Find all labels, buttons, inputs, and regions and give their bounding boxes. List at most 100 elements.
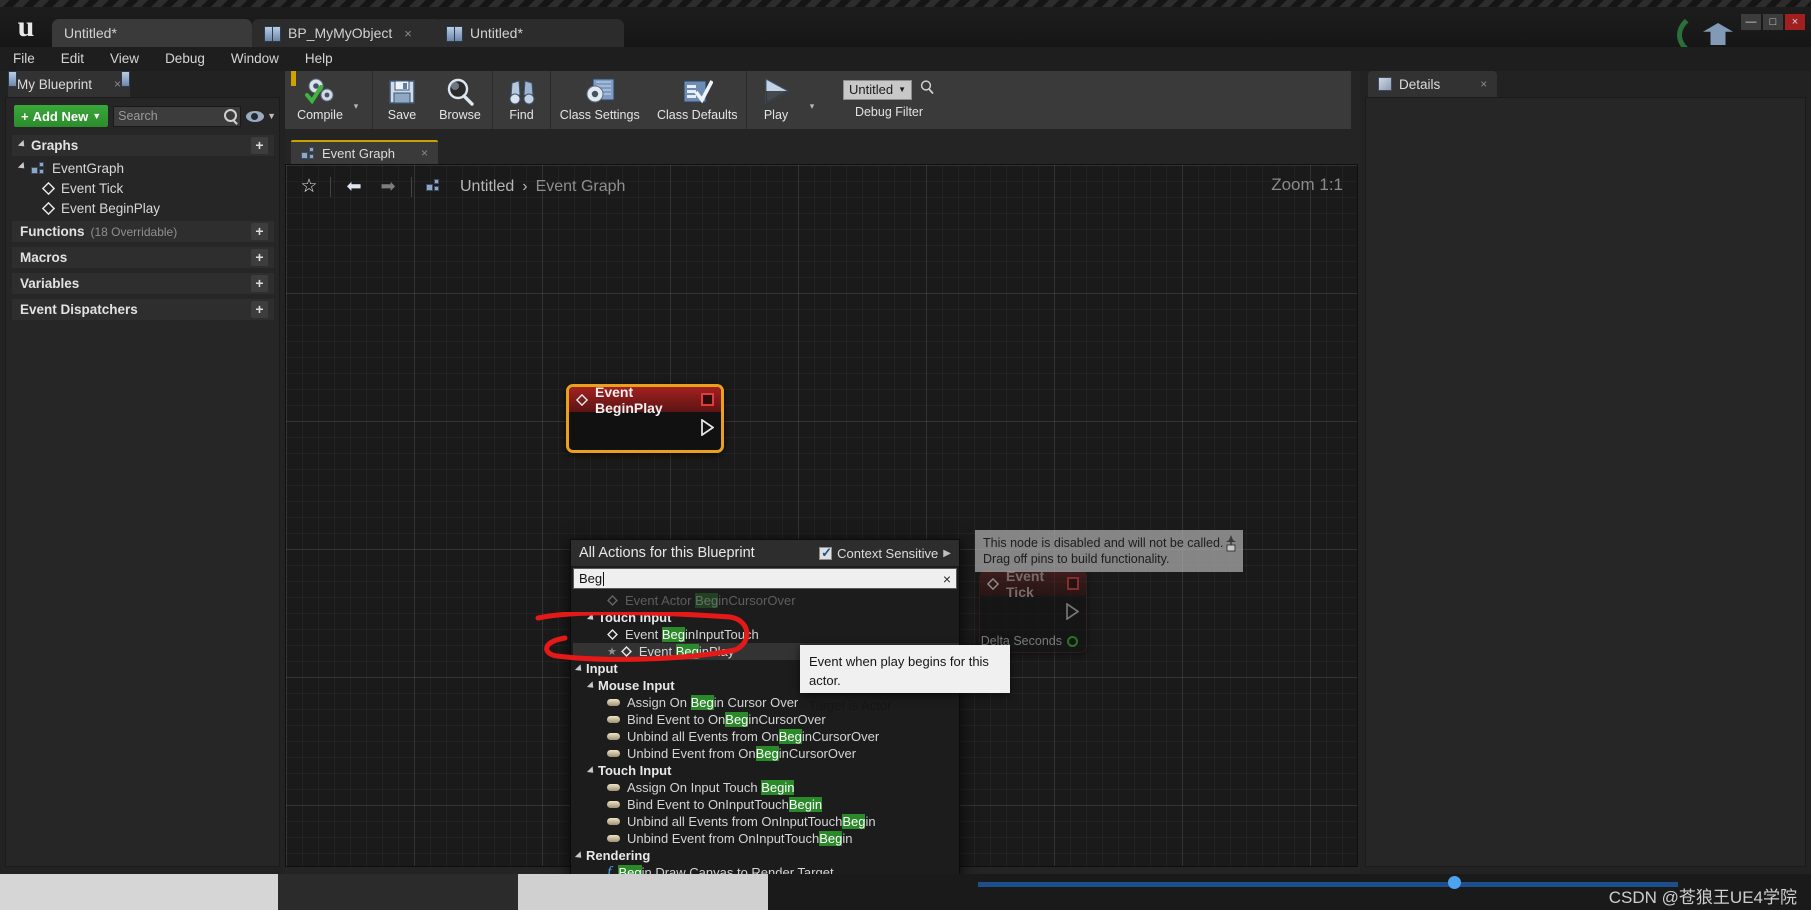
details-tab[interactable]: Details × — [1368, 71, 1498, 97]
action-row[interactable]: Assign On Input Touch Begin — [573, 779, 959, 796]
action-search-value: Beg — [579, 571, 603, 586]
my-blueprint-tab[interactable]: My Blueprint × — [8, 71, 131, 97]
favorite-star-icon[interactable]: ☆ — [294, 175, 324, 198]
compile-label: Compile — [297, 108, 343, 122]
menu-item-debug[interactable]: Debug — [152, 47, 218, 71]
play-button[interactable]: Play — [747, 71, 805, 129]
my-blueprint-search-input[interactable]: Search — [113, 105, 242, 127]
bind-pill-icon — [607, 818, 620, 825]
minimize-button[interactable]: — — [1741, 14, 1761, 30]
action-row-label: Unbind all Events from OnInputTouchBegin — [627, 814, 876, 829]
action-row[interactable]: Unbind Event from OnBeginCursorOver — [573, 745, 959, 762]
window-tab-untitled-2[interactable]: Untitled* — [434, 19, 624, 47]
menu-item-help[interactable]: Help — [292, 47, 346, 71]
node-event-beginplay[interactable]: Event BeginPlay — [566, 384, 724, 453]
exec-output-pin[interactable] — [1066, 602, 1080, 621]
section-functions[interactable]: Functions (18 Overridable) + — [12, 221, 274, 242]
action-row[interactable]: Event BeginInputTouch — [573, 626, 959, 643]
action-list[interactable]: Event Actor BeginCursorOver Touch Input Ev… — [573, 592, 959, 910]
clear-icon[interactable]: × — [943, 571, 951, 587]
debug-filter-search-icon[interactable] — [919, 79, 935, 100]
play-label: Play — [763, 108, 789, 122]
browse-button[interactable]: Browse — [431, 71, 489, 129]
visibility-filter-button[interactable]: ▼ — [246, 110, 276, 122]
menu-item-view[interactable]: View — [97, 47, 152, 71]
section-graphs[interactable]: Graphs + — [12, 135, 274, 156]
play-triangle-icon — [760, 76, 792, 108]
close-icon[interactable]: × — [114, 77, 121, 91]
save-button[interactable]: Save — [373, 71, 431, 129]
action-category[interactable]: Touch Input — [573, 609, 959, 626]
exec-output-pin[interactable] — [701, 418, 715, 437]
node-body: Delta Seconds — [980, 596, 1086, 652]
tree-item-eventgraph[interactable]: EventGraph — [12, 158, 274, 178]
action-row[interactable]: Event Actor BeginCursorOver — [573, 592, 959, 609]
close-button[interactable]: × — [1785, 14, 1805, 30]
debug-filter-value: Untitled — [849, 82, 894, 97]
maximize-button[interactable]: □ — [1763, 14, 1783, 30]
breadcrumb-root[interactable]: Untitled — [460, 178, 514, 196]
add-new-button[interactable]: + Add New ▼ — [14, 105, 109, 127]
compile-dropdown-icon[interactable]: ▾ — [349, 71, 363, 129]
csdn-credit-text: CSDN @苍狼王UE4学院 — [1608, 888, 1797, 907]
my-blueprint-panel: My Blueprint × + Add New ▼ Search ▼ Grap… — [0, 71, 285, 874]
compile-button[interactable]: Compile — [291, 71, 349, 129]
section-variables[interactable]: Variables + — [12, 273, 274, 294]
graph-tab-event-graph[interactable]: Event Graph × — [291, 140, 439, 164]
window-tab-label: BP_MyMyObject — [288, 25, 393, 41]
add-function-button[interactable]: + — [251, 223, 268, 240]
action-row[interactable]: Bind Event to OnInputTouchBegin — [573, 796, 959, 813]
all-actions-menu[interactable]: All Actions for this Blueprint Context S… — [570, 539, 960, 910]
menu-item-edit[interactable]: Edit — [48, 47, 97, 71]
action-row[interactable]: Unbind all Events from OnInputTouchBegin — [573, 813, 959, 830]
action-row-label: Event BeginPlay — [638, 644, 735, 659]
blueprint-icon — [446, 26, 463, 42]
breakpoint-stop-icon[interactable] — [701, 393, 714, 406]
toolbar-group-file: Save Browse — [373, 71, 493, 129]
debug-filter-select[interactable]: Untitled ▼ — [843, 79, 912, 100]
node-event-tick[interactable]: Event Tick Delta Seconds — [979, 568, 1087, 653]
window-tab-untitled-1[interactable]: Untitled* — [52, 19, 252, 47]
add-graph-button[interactable]: + — [251, 137, 268, 154]
menu-item-file[interactable]: File — [0, 47, 48, 71]
action-category[interactable]: Touch Input — [573, 762, 959, 779]
action-row[interactable]: Unbind all Events from OnBeginCursorOver — [573, 728, 959, 745]
bind-pill-icon — [607, 784, 620, 791]
breakpoint-stop-icon[interactable] — [1067, 577, 1079, 590]
play-dropdown-icon[interactable]: ▾ — [805, 71, 819, 129]
nav-back-icon[interactable]: ⬅ — [337, 176, 371, 197]
chevron-right-icon[interactable]: ▶ — [943, 548, 951, 559]
disclosure-triangle-icon — [586, 765, 597, 776]
disclosure-triangle-icon — [574, 850, 585, 861]
favorite-star-icon[interactable]: ★ — [607, 645, 617, 658]
add-macro-button[interactable]: + — [251, 249, 268, 266]
bottom-slider-knob[interactable] — [1448, 876, 1461, 889]
section-macros[interactable]: Macros + — [12, 247, 274, 268]
find-button[interactable]: Find — [493, 71, 550, 129]
window-tab-bp-mymyobject[interactable]: BP_MyMyObject × — [252, 19, 442, 47]
action-row[interactable]: Unbind Event from OnInputTouchBegin — [573, 830, 959, 847]
action-category[interactable]: Rendering — [573, 847, 959, 864]
tree-item-event-beginplay[interactable]: Event BeginPlay — [12, 198, 274, 218]
toolbar-group-compile: Compile ▾ — [291, 71, 373, 129]
close-icon[interactable]: × — [1480, 77, 1487, 91]
menu-item-window[interactable]: Window — [218, 47, 292, 71]
checkbox-icon[interactable] — [819, 545, 833, 561]
class-defaults-button[interactable]: Class Defaults — [649, 71, 747, 129]
nav-forward-icon[interactable]: ➡ — [371, 176, 405, 197]
tree-item-event-tick[interactable]: Event Tick — [12, 178, 274, 198]
pin-note-icon[interactable] — [1224, 534, 1238, 552]
close-icon[interactable]: × — [404, 26, 412, 41]
class-settings-button[interactable]: Class Settings — [551, 71, 649, 129]
close-icon[interactable]: × — [421, 146, 428, 160]
action-search-input[interactable]: Beg × — [573, 568, 957, 589]
add-variable-button[interactable]: + — [251, 275, 268, 292]
add-event-dispatcher-button[interactable]: + — [251, 301, 268, 318]
window-tab-label: Untitled* — [64, 25, 117, 41]
section-label: Graphs — [31, 138, 79, 153]
context-sensitive-toggle[interactable]: Context Sensitive ▶ — [819, 545, 951, 561]
window-tab-label: Untitled* — [470, 25, 523, 41]
section-sublabel: (18 Overridable) — [90, 224, 178, 239]
section-event-dispatchers[interactable]: Event Dispatchers + — [12, 299, 274, 320]
bottom-slider-track[interactable] — [978, 882, 1678, 887]
